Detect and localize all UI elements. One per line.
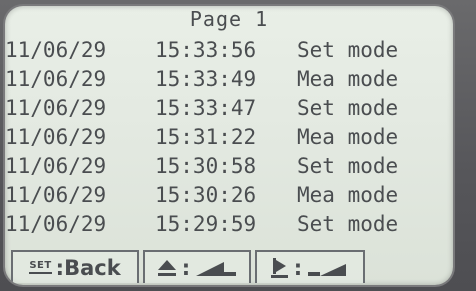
log-time: 15:33:49 xyxy=(155,67,257,91)
play-step-icon xyxy=(270,257,290,279)
set-key-icon: SET xyxy=(29,261,52,274)
up-softkey[interactable]: : xyxy=(143,250,251,283)
log-mode: Mea mode xyxy=(297,67,399,91)
log-time: 15:33:47 xyxy=(155,96,257,120)
log-mode: Mea mode xyxy=(297,125,399,149)
log-row: 11/06/29 15:30:58 Set mode xyxy=(5,152,398,181)
log-date: 11/06/29 xyxy=(5,38,107,62)
log-mode: Set mode xyxy=(297,96,399,120)
next-separator: : xyxy=(293,255,303,280)
ramp-right-icon xyxy=(306,258,350,278)
log-time: 15:30:26 xyxy=(155,183,257,207)
log-time: 15:30:58 xyxy=(155,154,257,178)
back-label: :Back xyxy=(55,255,121,280)
page-title: Page 1 xyxy=(189,7,269,31)
lcd-screen: Page 1 11/06/29 15:33:56 Set mode 11/06/… xyxy=(5,6,453,285)
log-mode: Mea mode xyxy=(297,183,399,207)
log-row: 11/06/29 15:33:49 Mea mode xyxy=(5,65,398,94)
up-separator: : xyxy=(181,255,191,280)
log-mode: Set mode xyxy=(297,154,399,178)
log-date: 11/06/29 xyxy=(5,96,107,120)
log-date: 11/06/29 xyxy=(5,67,107,91)
log-time: 15:31:22 xyxy=(155,125,257,149)
log-list: 11/06/29 15:33:56 Set mode 11/06/29 15:3… xyxy=(5,36,398,239)
softkey-bar: SET :Back :: xyxy=(5,250,453,285)
log-date: 11/06/29 xyxy=(5,183,107,207)
log-mode: Set mode xyxy=(297,38,399,62)
log-row: 11/06/29 15:30:26 Mea mode xyxy=(5,181,398,210)
log-date: 11/06/29 xyxy=(5,154,107,178)
log-date: 11/06/29 xyxy=(5,212,107,236)
back-softkey[interactable]: SET :Back xyxy=(11,250,139,283)
log-date: 11/06/29 xyxy=(5,125,107,149)
log-row: 11/06/29 15:33:56 Set mode xyxy=(5,36,398,65)
log-mode: Set mode xyxy=(297,212,399,236)
log-row: 11/06/29 15:33:47 Set mode xyxy=(5,94,398,123)
ramp-up-icon xyxy=(194,258,238,278)
log-time: 15:33:56 xyxy=(155,38,257,62)
log-time: 15:29:59 xyxy=(155,212,257,236)
device-bezel: Page 1 11/06/29 15:33:56 Set mode 11/06/… xyxy=(0,0,476,291)
next-softkey[interactable]: : xyxy=(255,250,365,283)
log-row: 11/06/29 15:31:22 Mea mode xyxy=(5,123,398,152)
log-row: 11/06/29 15:29:59 Set mode xyxy=(5,210,398,239)
eject-up-icon xyxy=(156,258,178,278)
